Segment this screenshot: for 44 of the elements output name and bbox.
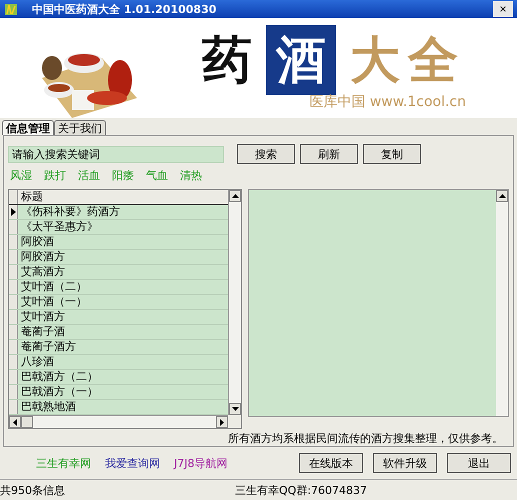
action-button[interactable]: 搜索 [237, 144, 295, 164]
logo-text: 酒 [266, 25, 336, 95]
site-link[interactable]: 我爱查询网 [105, 456, 160, 470]
footer-button[interactable]: 软件升级 [373, 453, 437, 473]
logo-text: 药 [202, 29, 252, 91]
table-cell[interactable]: 菴蔺子酒 [18, 325, 228, 339]
logo-subtitle: 医库中国 www.1cool.cn [309, 93, 466, 111]
search-field[interactable]: 请输入搜索关键词 [8, 146, 224, 162]
logo-text: 大全 [350, 29, 466, 91]
current-row-icon [10, 208, 16, 216]
table-cell[interactable]: 巴戟酒方（二） [18, 370, 228, 384]
window-title: 中国中医药酒大全 1.01.20100830 [32, 2, 218, 16]
table-cell[interactable]: 巴戟酒方（一） [18, 385, 228, 399]
up-arrow-icon[interactable] [498, 194, 506, 198]
up-arrow-icon[interactable] [232, 194, 238, 198]
app-icon [4, 2, 18, 16]
close-button[interactable]: × [493, 1, 513, 17]
action-button[interactable]: 复制 [363, 144, 421, 164]
disclaimer-text: 所有酒方均系根据民间流传的酒方搜集整理，仅供参考。 [227, 432, 504, 446]
table-cell[interactable]: 艾蒿酒方 [18, 265, 228, 279]
site-link[interactable]: J7J8导航网 [174, 456, 228, 470]
table-cell[interactable]: 阿胶酒 [18, 235, 228, 249]
status-text: 共950条信息 [0, 482, 66, 498]
table-cell[interactable]: 《太平圣惠方》 [18, 220, 228, 234]
table-cell[interactable]: 艾叶酒方 [18, 310, 228, 324]
tab[interactable]: 信息管理 [2, 120, 54, 135]
tab[interactable]: 关于我们 [54, 120, 106, 135]
horizontal-scrollbar[interactable] [9, 415, 228, 428]
action-button[interactable]: 刷新 [300, 144, 358, 164]
down-arrow-icon[interactable] [232, 407, 238, 411]
footer-button[interactable]: 退出 [447, 453, 511, 473]
table-cell[interactable]: 八珍酒 [18, 355, 228, 369]
table-cell[interactable]: 艾叶酒（一） [18, 295, 228, 309]
table-cell[interactable]: 菴蔺子酒方 [18, 340, 228, 354]
table-cell[interactable]: 艾叶酒（二） [18, 280, 228, 294]
left-arrow-icon[interactable] [13, 418, 17, 426]
status-text: 三生有幸QQ群:76074837 [235, 482, 368, 498]
footer-button[interactable]: 在线版本 [299, 453, 363, 473]
scroll-thumb[interactable] [21, 416, 33, 428]
table-cell[interactable]: 《伤科补要》药酒方 [18, 205, 228, 219]
table-cell[interactable]: 阿胶酒方 [18, 250, 228, 264]
right-arrow-icon[interactable] [220, 418, 224, 426]
vertical-scrollbar[interactable] [228, 190, 241, 415]
table-cell[interactable]: 巴戟熟地酒 [18, 400, 228, 414]
